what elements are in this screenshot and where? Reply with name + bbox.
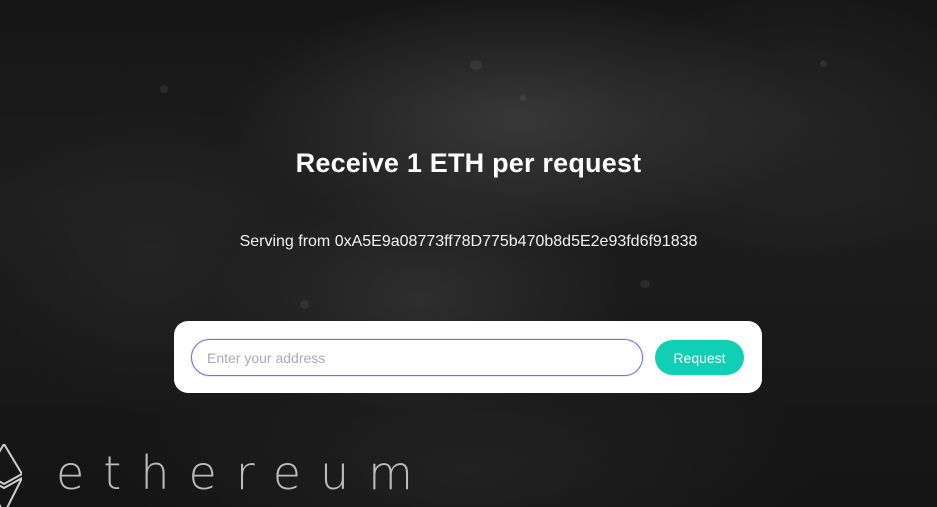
serving-address-text: Serving from 0xA5E9a08773ff78D775b470b8d… [239, 233, 698, 250]
page-title: Receive 1 ETH per request [295, 148, 642, 178]
request-button[interactable]: Request [655, 340, 744, 375]
background-crater [300, 300, 309, 309]
background-crater [160, 85, 168, 93]
request-form-card: Request [174, 321, 762, 393]
ethereum-diamond-icon [0, 444, 22, 507]
background-crater [520, 95, 526, 101]
address-input[interactable] [191, 339, 643, 376]
background-crater [470, 60, 482, 70]
faucet-page: Receive 1 ETH per request Serving from 0… [0, 0, 937, 507]
background-crater [820, 60, 827, 67]
background-crater [640, 280, 650, 288]
ethereum-wordmark: ethereum [56, 446, 432, 500]
